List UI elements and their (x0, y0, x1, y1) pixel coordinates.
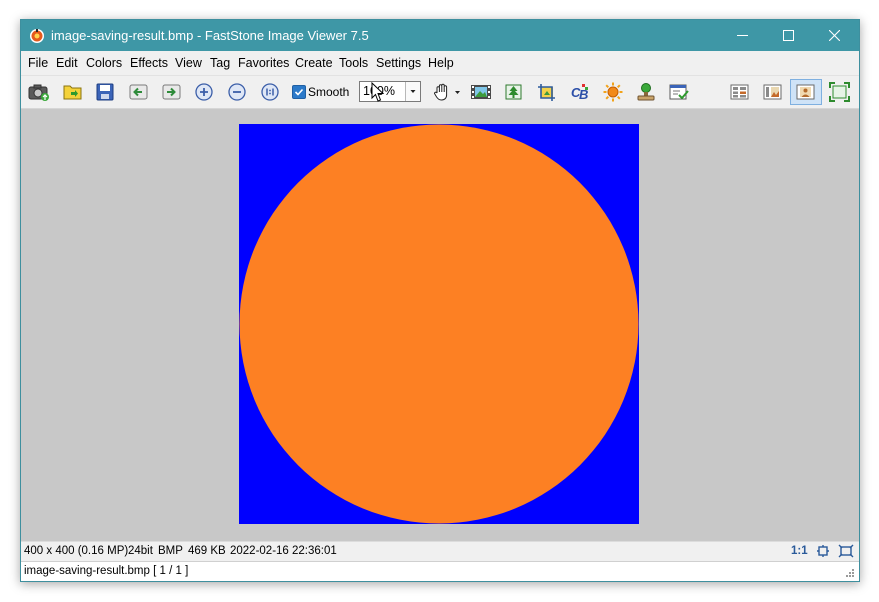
zoom-in-icon (195, 83, 213, 101)
actual-size-icon (261, 83, 279, 101)
menu-file[interactable]: File (28, 56, 48, 70)
hand-tool-button[interactable] (432, 82, 462, 102)
fullscreen-icon (829, 82, 850, 102)
zoom-out-button[interactable] (227, 82, 249, 102)
zoom-in-button[interactable] (194, 82, 216, 102)
fit-window-button[interactable] (815, 544, 831, 561)
window-title: image-saving-result.bmp - FastStone Imag… (51, 28, 369, 43)
image-viewer-area[interactable] (21, 109, 859, 541)
app-window: image-saving-result.bmp - FastStone Imag… (20, 19, 860, 582)
menu-effects[interactable]: Effects (130, 56, 168, 70)
batch-button[interactable] (668, 82, 690, 102)
color-balance-icon: C B (571, 84, 588, 102)
fullscreen-button[interactable] (829, 82, 851, 102)
stamp-icon (637, 83, 655, 101)
layout-preview-button[interactable] (762, 82, 784, 102)
portrait-view-icon (796, 84, 815, 100)
save-button[interactable] (95, 82, 117, 102)
status-format: BMP (158, 545, 183, 557)
status-bar-file: image-saving-result.bmp [ 1 / 1 ] (21, 561, 859, 581)
checkbox-checked-icon (292, 85, 306, 99)
acquire-button[interactable] (28, 82, 50, 102)
arrow-right-icon (162, 84, 181, 100)
minimize-icon (737, 35, 748, 36)
stretch-button[interactable] (838, 544, 854, 561)
menu-help[interactable]: Help (428, 56, 454, 70)
layout-browser-button[interactable] (729, 82, 751, 102)
chevron-down-icon (410, 90, 416, 93)
stretch-icon (838, 544, 854, 558)
crop-button[interactable] (536, 82, 558, 102)
slideshow-button[interactable] (470, 82, 492, 102)
open-folder-icon (63, 85, 82, 100)
zoom-dropdown-button[interactable] (405, 82, 420, 101)
batch-checklist-icon (669, 84, 689, 100)
resize-button[interactable] (503, 82, 525, 102)
status-file-size: 469 KB (188, 545, 226, 557)
image-circle (239, 124, 639, 524)
stamp-button[interactable] (635, 82, 657, 102)
title-bar[interactable]: image-saving-result.bmp - FastStone Imag… (21, 20, 859, 51)
menu-settings[interactable]: Settings (376, 56, 421, 70)
thumbnail-grid-icon (730, 84, 749, 100)
displayed-image[interactable] (239, 124, 639, 524)
color-adjust-button[interactable]: C B (569, 82, 591, 102)
sun-icon (603, 82, 623, 102)
status-ratio[interactable]: 1:1 (791, 545, 808, 557)
app-icon[interactable] (29, 28, 45, 44)
menu-colors[interactable]: Colors (86, 56, 122, 70)
image-preview-icon (763, 84, 782, 100)
zoom-out-icon (228, 83, 246, 101)
menu-edit[interactable]: Edit (56, 56, 78, 70)
menu-view[interactable]: View (175, 56, 202, 70)
menu-tools[interactable]: Tools (339, 56, 368, 70)
arrow-left-icon (129, 84, 148, 100)
crop-icon (538, 84, 555, 101)
fit-window-icon (817, 545, 829, 557)
layout-fullview-button[interactable] (790, 79, 822, 105)
menu-create[interactable]: Create (295, 56, 333, 70)
previous-button[interactable] (128, 82, 150, 102)
smooth-label: Smooth (308, 85, 350, 99)
effects-button[interactable] (602, 82, 624, 102)
mouse-cursor-icon (371, 82, 385, 102)
camera-icon (28, 84, 49, 101)
resize-grip-icon (846, 569, 854, 577)
hand-icon (433, 83, 460, 101)
status-datetime: 2022-02-16 22:36:01 (230, 545, 337, 557)
minimize-button[interactable] (720, 20, 766, 51)
save-icon (96, 83, 114, 101)
status-bit-depth: 24bit (128, 545, 153, 557)
status-bar-info: 400 x 400 (0.16 MP) 24bit BMP 469 KB 202… (21, 541, 859, 561)
close-icon (829, 30, 840, 41)
resize-grip[interactable] (845, 568, 855, 581)
actual-size-button[interactable] (260, 82, 282, 102)
menu-favorites[interactable]: Favorites (238, 56, 289, 70)
toolbar: Smooth 100% (21, 76, 859, 109)
filmstrip-icon (471, 85, 491, 99)
menu-tag[interactable]: Tag (210, 56, 230, 70)
resize-icon (505, 84, 522, 100)
zoom-select[interactable]: 100% (359, 81, 421, 102)
maximize-icon (783, 30, 794, 41)
menu-bar: File Edit Colors Effects View Tag Favori… (21, 51, 859, 76)
next-button[interactable] (161, 82, 183, 102)
open-button[interactable] (62, 82, 84, 102)
status-dimensions: 400 x 400 (0.16 MP) (24, 545, 129, 557)
maximize-button[interactable] (766, 20, 812, 51)
status-filename: image-saving-result.bmp [ 1 / 1 ] (24, 565, 189, 577)
close-button[interactable] (812, 20, 858, 51)
